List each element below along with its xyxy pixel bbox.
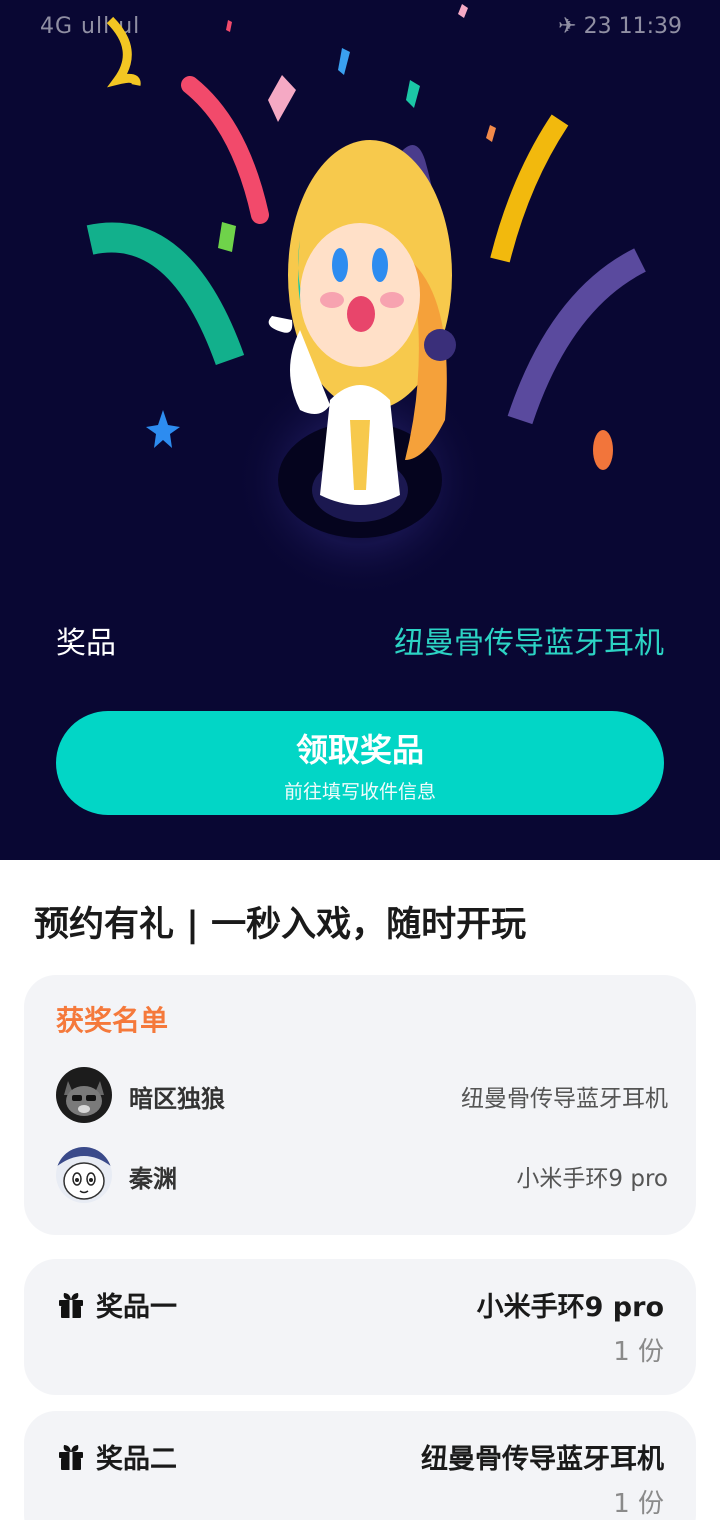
winner-row: 暗区独狼 纽曼骨传导蓝牙耳机	[56, 1067, 668, 1127]
cat-avatar-icon	[56, 1067, 112, 1123]
gift-icon	[59, 1293, 83, 1318]
prize-name: 奖品一	[96, 1292, 177, 1323]
winner-name: 秦渊	[129, 1165, 177, 1193]
winners-title: 获奖名单	[56, 1004, 169, 1037]
prize-title: 纽曼骨传导蓝牙耳机	[421, 1444, 664, 1475]
prize-card: 奖品一 小米手环9 pro 1 份	[24, 1259, 696, 1395]
prize-card: 奖品二 纽曼骨传导蓝牙耳机 1 份	[24, 1411, 696, 1520]
claim-prize-button[interactable]: 领取奖品 前往填写收件信息	[56, 711, 664, 815]
prize-count: 1 份	[613, 1337, 664, 1367]
prize-name: 奖品二	[96, 1444, 177, 1475]
winner-prize: 小米手环9 pro	[516, 1166, 668, 1192]
cartoon-face-avatar-icon	[56, 1147, 112, 1203]
gift-icon	[59, 1445, 83, 1470]
prize-value: 纽曼骨传导蓝牙耳机	[394, 626, 664, 661]
hero-banner: 4G ull ul ✈ 23 11:39 奖品 纽曼骨传导蓝牙耳机 领取奖品 前…	[0, 0, 720, 860]
celebration-illustration	[86, 4, 647, 598]
winner-prize: 纽曼骨传导蓝牙耳机	[461, 1086, 668, 1112]
winner-row: 秦渊 小米手环9 pro	[56, 1147, 668, 1207]
section-title: 预约有礼 | 一秒入戏，随时开玩	[34, 905, 527, 945]
winner-name: 暗区独狼	[129, 1085, 225, 1113]
claim-button-title: 领取奖品	[295, 731, 424, 769]
prize-title: 小米手环9 pro	[476, 1292, 664, 1323]
prize-count: 1 份	[613, 1489, 664, 1519]
winners-card: 获奖名单 暗区独狼 纽曼骨传导蓝牙耳机 秦渊 小米手环9 pro	[24, 975, 696, 1235]
prize-label: 奖品	[56, 626, 116, 661]
claim-button-subtitle: 前往填写收件信息	[283, 781, 436, 803]
